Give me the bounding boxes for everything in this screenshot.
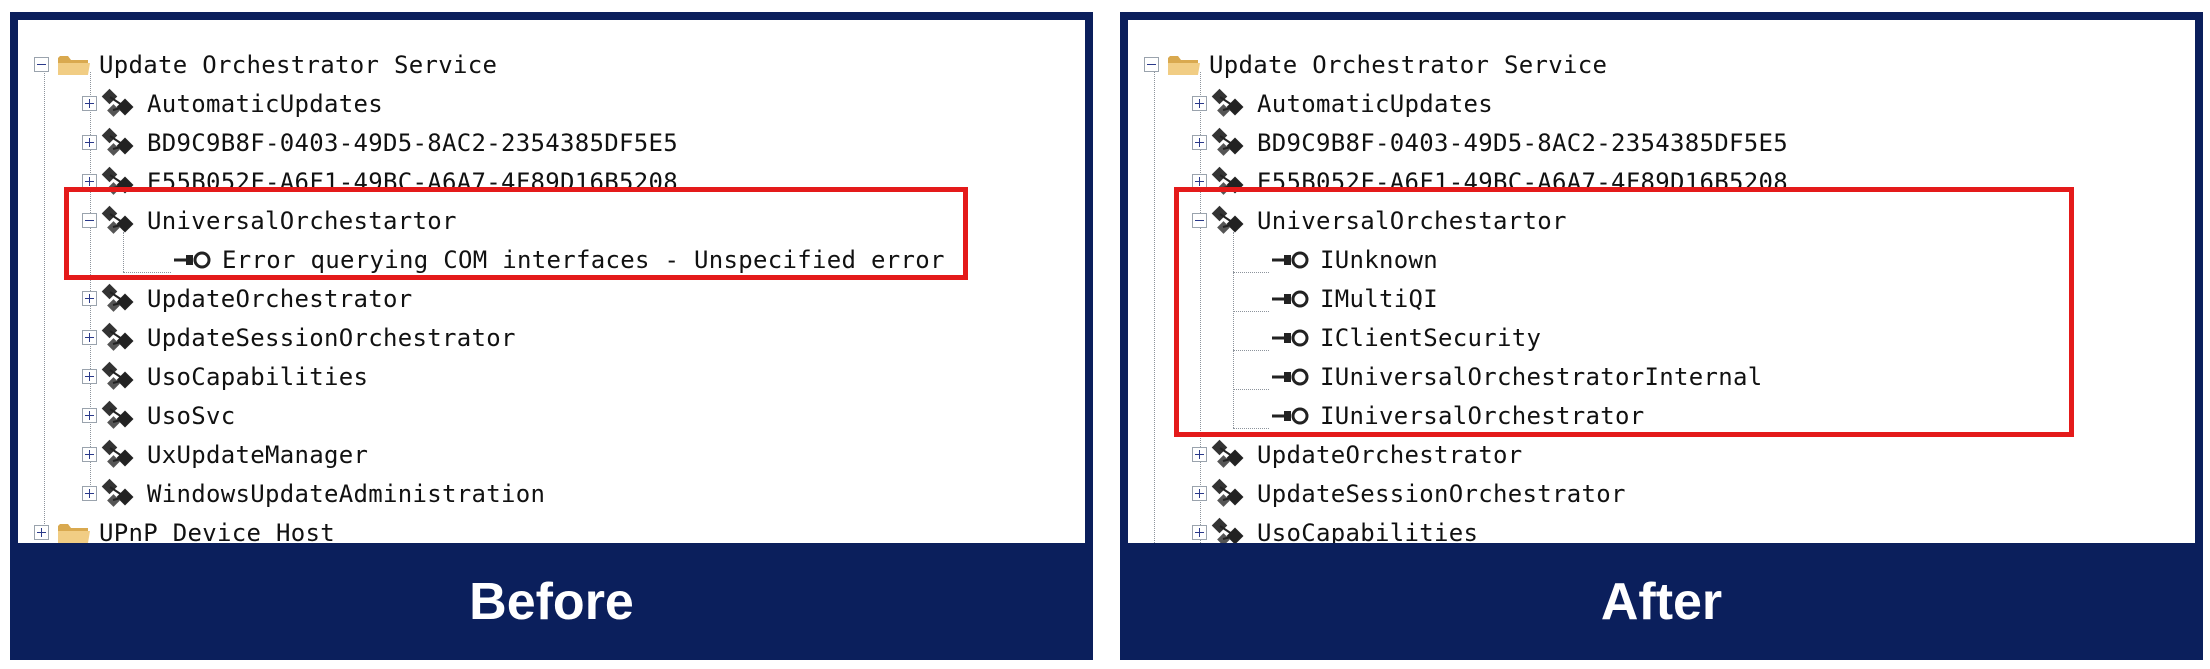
before-panel: Update Orchestrator Service AutomaticUpd… — [10, 12, 1093, 660]
child-label: UpdateOrchestrator — [147, 284, 413, 313]
folder-icon — [1168, 55, 1200, 75]
tree-row-child[interactable]: BD9C9B8F-0403-49D5-8AC2-2354385DF5E5 — [1192, 123, 1788, 162]
after-panel: Update Orchestrator Service AutomaticUpd… — [1120, 12, 2203, 660]
panel-caption: Before — [469, 572, 634, 631]
com-class-icon — [1211, 517, 1244, 543]
com-class-icon — [1211, 478, 1244, 507]
before-tree-view: Update Orchestrator Service AutomaticUpd… — [18, 20, 1085, 543]
com-class-icon — [101, 283, 134, 312]
service-label: Update Orchestrator Service — [1209, 50, 1608, 79]
com-class-icon — [101, 127, 134, 156]
after-tree-view: Update Orchestrator Service AutomaticUpd… — [1128, 20, 2195, 543]
child-label: UsoCapabilities — [147, 362, 369, 391]
expand-icon[interactable] — [1192, 486, 1207, 501]
tree-row-child[interactable]: AutomaticUpdates — [1192, 84, 1493, 123]
tree-guide-line — [1154, 64, 1155, 543]
tree-row-child[interactable]: UsoCapabilities — [1192, 513, 1478, 543]
folder-icon — [58, 523, 90, 543]
expand-icon[interactable] — [82, 96, 97, 111]
tree-row-child[interactable]: UpdateOrchestrator — [1192, 435, 1523, 474]
tree-row-child[interactable]: BD9C9B8F-0403-49D5-8AC2-2354385DF5E5 — [82, 123, 678, 162]
expand-icon[interactable] — [82, 369, 97, 384]
child-label: UxUpdateManager — [147, 440, 369, 469]
child-label: WindowsUpdateAdministration — [147, 479, 546, 508]
expand-icon[interactable] — [82, 447, 97, 462]
tree-row-child[interactable]: UxUpdateManager — [82, 435, 368, 474]
com-class-icon — [101, 478, 134, 507]
com-class-icon — [1211, 127, 1244, 156]
tree-row-child[interactable]: UsoCapabilities — [82, 357, 368, 396]
com-class-icon — [101, 400, 134, 429]
service-label: Update Orchestrator Service — [99, 50, 498, 79]
expand-icon[interactable] — [82, 486, 97, 501]
com-class-icon — [101, 361, 134, 390]
collapse-icon[interactable] — [34, 57, 49, 72]
expand-icon[interactable] — [1192, 135, 1207, 150]
com-class-icon — [1211, 88, 1244, 117]
expand-icon[interactable] — [1192, 447, 1207, 462]
expand-icon[interactable] — [82, 330, 97, 345]
child-label: AutomaticUpdates — [1257, 89, 1493, 118]
panel-caption: After — [1600, 572, 1723, 631]
com-class-icon — [101, 439, 134, 468]
tree-row-child[interactable]: UsoSvc — [82, 396, 236, 435]
collapse-icon[interactable] — [1144, 57, 1159, 72]
tree-row-service[interactable]: Update Orchestrator Service — [34, 45, 497, 84]
expand-icon[interactable] — [82, 408, 97, 423]
child-label: AutomaticUpdates — [147, 89, 383, 118]
tree-row-child[interactable]: WindowsUpdateAdministration — [82, 474, 545, 513]
highlight-box — [64, 187, 968, 280]
service-label: UPnP Device Host — [99, 518, 335, 544]
tree-row-child[interactable]: AutomaticUpdates — [82, 84, 383, 123]
tree-row-child[interactable]: UpdateOrchestrator — [82, 279, 413, 318]
tree-row-service[interactable]: UPnP Device Host — [34, 513, 335, 543]
expand-icon[interactable] — [34, 525, 49, 540]
child-label: UpdateSessionOrchestrator — [147, 323, 516, 352]
child-label: UpdateOrchestrator — [1257, 440, 1523, 469]
child-label: BD9C9B8F-0403-49D5-8AC2-2354385DF5E5 — [1257, 128, 1788, 157]
child-label: UsoCapabilities — [1257, 518, 1479, 544]
folder-icon — [58, 55, 90, 75]
expand-icon[interactable] — [1192, 525, 1207, 540]
tree-guide-line — [44, 64, 45, 532]
tree-row-child[interactable]: UpdateSessionOrchestrator — [1192, 474, 1626, 513]
tree-row-service[interactable]: Update Orchestrator Service — [1144, 45, 1607, 84]
child-label: UpdateSessionOrchestrator — [1257, 479, 1626, 508]
com-class-icon — [101, 322, 134, 351]
com-class-icon — [101, 88, 134, 117]
expand-icon[interactable] — [82, 135, 97, 150]
expand-icon[interactable] — [1192, 96, 1207, 111]
expand-icon[interactable] — [82, 291, 97, 306]
tree-row-child[interactable]: UpdateSessionOrchestrator — [82, 318, 516, 357]
child-label: BD9C9B8F-0403-49D5-8AC2-2354385DF5E5 — [147, 128, 678, 157]
highlight-box — [1174, 187, 2074, 437]
com-class-icon — [1211, 439, 1244, 468]
child-label: UsoSvc — [147, 401, 236, 430]
